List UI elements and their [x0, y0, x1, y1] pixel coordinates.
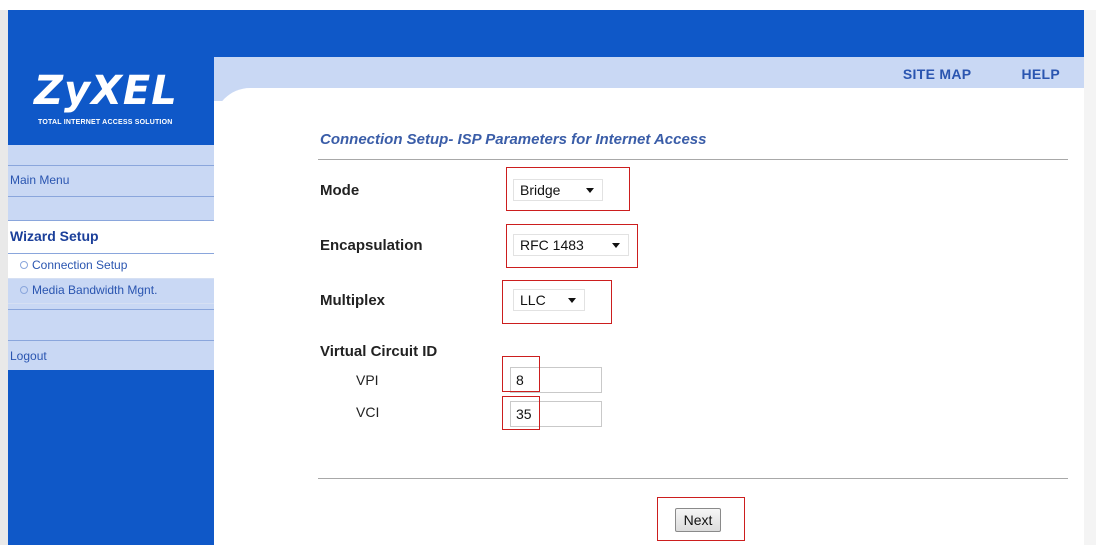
sidebar-item-logout[interactable]: Logout — [8, 340, 214, 370]
logo: ZyXEL TOTAL INTERNET ACCESS SOLUTION — [8, 57, 214, 145]
virtual-circuit-id-label: Virtual Circuit ID — [320, 343, 438, 360]
sidebar-item-connection-setup[interactable]: Connection Setup — [8, 254, 214, 279]
radio-bullet-icon — [20, 261, 28, 269]
radio-bullet-icon — [20, 286, 28, 294]
sidebar-item-label: Main Menu — [10, 173, 70, 187]
top-gap — [0, 0, 1096, 10]
vci-label: VCI — [356, 404, 380, 420]
mode-select[interactable]: Bridge — [513, 179, 603, 201]
encapsulation-label: Encapsulation — [320, 237, 423, 254]
help-link[interactable]: HELP — [1021, 66, 1060, 82]
sidebar: ZyXEL TOTAL INTERNET ACCESS SOLUTION Mai… — [8, 57, 214, 545]
sidebar-item-main-menu[interactable]: Main Menu — [8, 165, 214, 196]
highlight-box — [502, 396, 540, 430]
sidebar-item-media-bandwidth[interactable]: Media Bandwidth Mgnt. — [8, 279, 214, 304]
mode-label: Mode — [320, 182, 360, 199]
left-window-edge — [0, 10, 8, 545]
highlight-box — [502, 356, 540, 392]
content-area — [214, 88, 1084, 545]
multiplex-label: Multiplex — [320, 292, 386, 309]
sidebar-item-label: Connection Setup — [32, 258, 128, 272]
encapsulation-select[interactable]: RFC 1483 — [513, 234, 629, 256]
multiplex-select-value: LLC — [520, 292, 546, 308]
next-button[interactable]: Next — [675, 508, 721, 532]
chevron-down-icon — [612, 243, 620, 248]
site-map-link[interactable]: SITE MAP — [903, 66, 972, 82]
page-title: Connection Setup- ISP Parameters for Int… — [320, 131, 707, 148]
chevron-down-icon — [568, 298, 576, 303]
sidebar-spacer — [8, 309, 214, 340]
multiplex-select[interactable]: LLC — [513, 289, 585, 311]
title-divider — [318, 159, 1068, 160]
logo-tagline: TOTAL INTERNET ACCESS SOLUTION — [38, 119, 173, 126]
sidebar-item-label: Media Bandwidth Mgnt. — [32, 283, 158, 297]
encapsulation-select-value: RFC 1483 — [520, 237, 584, 253]
chevron-down-icon — [586, 188, 594, 193]
header-links: SITE MAP HELP — [903, 66, 1060, 82]
mode-select-value: Bridge — [520, 182, 561, 198]
right-window-edge — [1084, 10, 1096, 545]
sidebar-item-label: Logout — [10, 349, 47, 363]
sidebar-item-wizard-setup[interactable]: Wizard Setup — [8, 220, 214, 254]
sidebar-spacer — [8, 196, 214, 221]
sidebar-item-label: Wizard Setup — [10, 228, 99, 244]
logo-wordmark: ZyXEL — [34, 68, 178, 114]
top-brand-strip — [8, 10, 1084, 57]
vpi-label: VPI — [356, 372, 379, 388]
bottom-divider — [318, 478, 1068, 479]
sidebar-spacer — [8, 145, 214, 165]
